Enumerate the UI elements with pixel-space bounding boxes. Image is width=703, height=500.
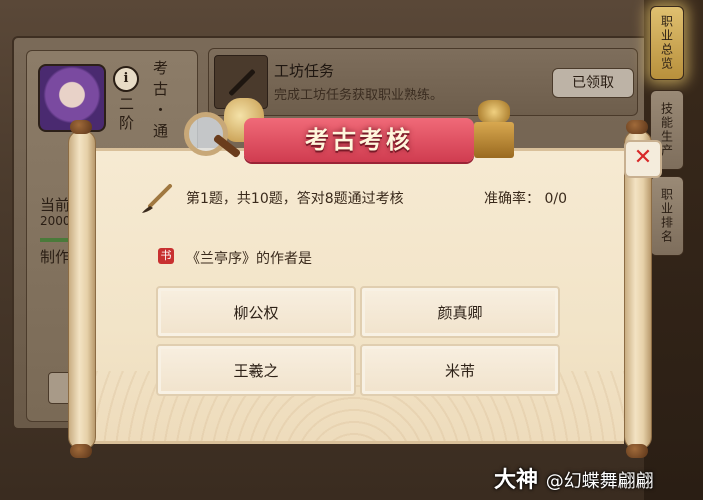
progress-value: 2000: [40, 214, 71, 228]
scroll-roller-left: [68, 130, 96, 450]
brush-icon: [142, 184, 172, 213]
profession-name-text: 考古・通: [151, 60, 169, 144]
watermark-handle: @幻蝶舞翩翩: [545, 471, 654, 492]
question-text: 《兰亭序》的作者是: [186, 251, 312, 267]
roller-knob: [626, 120, 648, 134]
tab-profession-overview[interactable]: 职业总览: [650, 6, 684, 80]
scroll-roller-right: [624, 130, 652, 450]
info-icon[interactable]: i: [113, 66, 139, 92]
current-label: 当前: [40, 196, 71, 214]
claimed-button[interactable]: 已领取: [552, 68, 634, 98]
close-button[interactable]: ✕: [624, 140, 662, 178]
watermark-brand: 大神: [494, 468, 539, 493]
answer-option-2[interactable]: 颜真卿: [360, 286, 560, 338]
answer-label: 米芾: [444, 361, 475, 380]
answer-label: 颜真卿: [437, 303, 483, 322]
answer-option-3[interactable]: 王羲之: [156, 344, 356, 396]
answer-label: 柳公权: [233, 303, 279, 322]
rank-label: 二阶: [117, 96, 135, 134]
craft-label: 制作: [40, 248, 71, 266]
roller-knob: [626, 444, 648, 458]
seal-icon: [472, 100, 516, 158]
roller-knob: [70, 120, 92, 134]
tab-label: 职业排名: [659, 188, 674, 244]
magnifier-icon: [184, 112, 228, 156]
answer-label: 王羲之: [233, 361, 279, 380]
tab-profession-ranking[interactable]: 职业排名: [650, 176, 684, 256]
answer-option-1[interactable]: 柳公权: [156, 286, 356, 338]
question-progress: 第1题，共10题，答对8题通过考核: [186, 191, 404, 207]
tab-label: 职业总览: [659, 15, 674, 71]
close-icon: ✕: [633, 145, 653, 170]
accuracy-label: 准确率： 0/0: [484, 191, 567, 207]
answer-option-4[interactable]: 米芾: [360, 344, 560, 396]
task-description: 完成工坊任务获取职业熟练。: [274, 88, 444, 103]
profession-name: 考古・通: [150, 60, 171, 148]
watermark: 大神 @幻蝶舞翩翩: [494, 462, 654, 494]
roller-knob: [70, 444, 92, 458]
book-icon: 书: [158, 248, 174, 264]
task-title: 工坊任务: [274, 62, 335, 80]
dialog-title: 考古考核: [305, 125, 413, 154]
